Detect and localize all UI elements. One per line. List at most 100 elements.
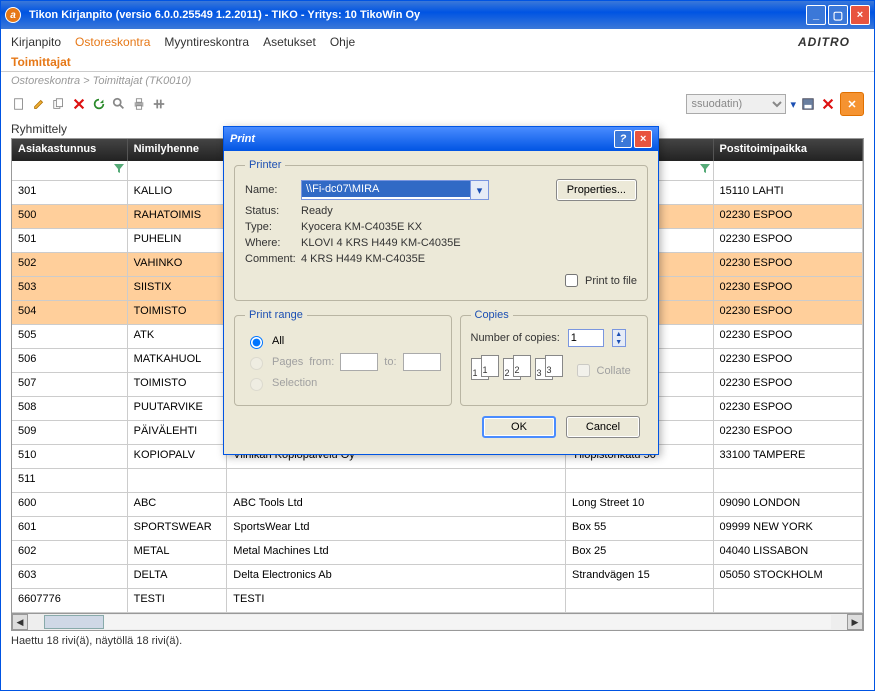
cell-id: 506 (12, 349, 128, 372)
refresh-icon[interactable] (91, 96, 107, 112)
table-row[interactable]: 603DELTADelta Electronics AbStrandvägen … (12, 565, 863, 589)
print-icon[interactable] (131, 96, 147, 112)
cell-short: TOIMISTO (128, 373, 228, 396)
window-title: Tikon Kirjanpito (versio 6.0.0.25549 1.2… (25, 9, 804, 21)
cell-name: ABC Tools Ltd (227, 493, 566, 516)
horizontal-scrollbar[interactable]: ◀ ▶ (11, 613, 864, 631)
copies-legend: Copies (471, 309, 513, 321)
save-filter-icon[interactable] (800, 96, 816, 112)
table-row[interactable]: 511 (12, 469, 863, 493)
copies-label: Number of copies: (471, 332, 560, 344)
cell-id: 301 (12, 181, 128, 204)
printer-where-label: Where: (245, 237, 301, 249)
menu-myyntireskontra[interactable]: Myyntireskontra (164, 35, 249, 49)
print-dialog: Print ? × Printer Name: \\Fi-dc07\MIRA ▾… (223, 126, 659, 455)
cell-name: Metal Machines Ltd (227, 541, 566, 564)
cell-addr: Strandvägen 15 (566, 565, 713, 588)
printer-where-value: KLOVI 4 KRS H449 KM-C4035E (301, 237, 637, 249)
filter-asiakastunnus[interactable] (12, 161, 128, 180)
search-icon[interactable] (111, 96, 127, 112)
table-row[interactable]: 602METALMetal Machines LtdBox 2504040 LI… (12, 541, 863, 565)
app-icon: a (5, 7, 21, 23)
delete-icon[interactable] (71, 96, 87, 112)
menubar: Kirjanpito Ostoreskontra Myyntireskontra… (1, 29, 874, 53)
breadcrumb: Ostoreskontra > Toimittajat (TK0010) (1, 72, 874, 90)
menu-ostoreskontra[interactable]: Ostoreskontra (75, 35, 150, 49)
print-to-file-checkbox[interactable] (565, 274, 578, 287)
dialog-close-button[interactable]: × (634, 130, 652, 148)
ok-button[interactable]: OK (482, 416, 556, 438)
menu-ohje[interactable]: Ohje (330, 35, 355, 49)
filter-select[interactable]: ssuodatin) (686, 94, 786, 114)
maximize-button[interactable]: ▢ (828, 5, 848, 25)
cell-city: 02230 ESPOO (714, 301, 863, 324)
filter-dropdown-icon[interactable]: ▾ (790, 98, 796, 111)
range-selection-radio (250, 378, 263, 391)
table-row[interactable]: 601SPORTSWEARSportsWear LtdBox 5509999 N… (12, 517, 863, 541)
printer-fieldset: Printer Name: \\Fi-dc07\MIRA ▾ Propertie… (234, 159, 648, 301)
cell-city: 02230 ESPOO (714, 205, 863, 228)
action-button[interactable]: ✕ (840, 92, 864, 116)
col-postitoimipaikka[interactable]: Postitoimipaikka (714, 139, 863, 161)
properties-button[interactable]: Properties... (556, 179, 637, 201)
close-button[interactable]: × (850, 5, 870, 25)
cell-city: 02230 ESPOO (714, 253, 863, 276)
edit-icon[interactable] (31, 96, 47, 112)
cell-id: 603 (12, 565, 128, 588)
collate-preview: 11 22 33 Collate (471, 355, 638, 380)
scroll-right-icon[interactable]: ▶ (847, 614, 863, 630)
filter-city[interactable] (714, 161, 863, 180)
cell-addr: Long Street 10 (566, 493, 713, 516)
collate-checkbox (577, 364, 590, 377)
new-icon[interactable] (11, 96, 27, 112)
printer-name-select[interactable]: \\Fi-dc07\MIRA ▾ (301, 180, 489, 200)
clear-filter-icon[interactable] (820, 96, 836, 112)
page-subheading: Toimittajat (1, 53, 874, 72)
print-range-fieldset: Print range All Pages from: to: (234, 309, 452, 406)
cancel-button[interactable]: Cancel (566, 416, 640, 438)
cell-addr (566, 469, 713, 492)
cell-short: PUUTARVIKE (128, 397, 228, 420)
copy-icon[interactable] (51, 96, 67, 112)
cell-name: TESTI (227, 589, 566, 612)
toolbar: ssuodatin) ▾ ✕ (1, 90, 874, 120)
cell-short: PÄIVÄLEHTI (128, 421, 228, 444)
cell-short: ABC (128, 493, 228, 516)
cell-short: SIISTIX (128, 277, 228, 300)
cell-id: 510 (12, 445, 128, 468)
chevron-down-icon[interactable]: ▾ (470, 181, 488, 199)
cell-city: 02230 ESPOO (714, 277, 863, 300)
cell-short: PUHELIN (128, 229, 228, 252)
range-from-label: from: (309, 356, 334, 368)
range-pages-label: Pages (272, 356, 303, 368)
menu-kirjanpito[interactable]: Kirjanpito (11, 35, 61, 49)
cell-id: 600 (12, 493, 128, 516)
cell-id: 6607776 (12, 589, 128, 612)
range-all-radio[interactable] (250, 336, 263, 349)
scroll-thumb[interactable] (44, 615, 104, 629)
cell-id: 501 (12, 229, 128, 252)
copies-input[interactable] (568, 329, 604, 347)
settings-icon[interactable] (151, 96, 167, 112)
copies-spinner[interactable]: ▲▼ (612, 329, 626, 347)
filter-nimilyhenne[interactable] (128, 161, 228, 180)
table-row[interactable]: 6607776TESTITESTI (12, 589, 863, 613)
dialog-help-button[interactable]: ? (614, 130, 632, 148)
table-row[interactable]: 600ABCABC Tools LtdLong Street 1009090 L… (12, 493, 863, 517)
cell-id: 504 (12, 301, 128, 324)
cell-name (227, 469, 566, 492)
cell-short: TOIMISTO (128, 301, 228, 324)
scroll-left-icon[interactable]: ◀ (12, 614, 28, 630)
collate-label: Collate (597, 365, 631, 377)
range-selection-label: Selection (272, 377, 317, 389)
cell-city (714, 469, 863, 492)
cell-city: 15110 LAHTI (714, 181, 863, 204)
cell-id: 602 (12, 541, 128, 564)
cell-city: 02230 ESPOO (714, 229, 863, 252)
col-asiakastunnus[interactable]: Asiakastunnus (12, 139, 128, 161)
minimize-button[interactable]: _ (806, 5, 826, 25)
cell-city: 09090 LONDON (714, 493, 863, 516)
col-nimilyhenne[interactable]: Nimilyhenne (128, 139, 228, 161)
cell-id: 502 (12, 253, 128, 276)
menu-asetukset[interactable]: Asetukset (263, 35, 316, 49)
